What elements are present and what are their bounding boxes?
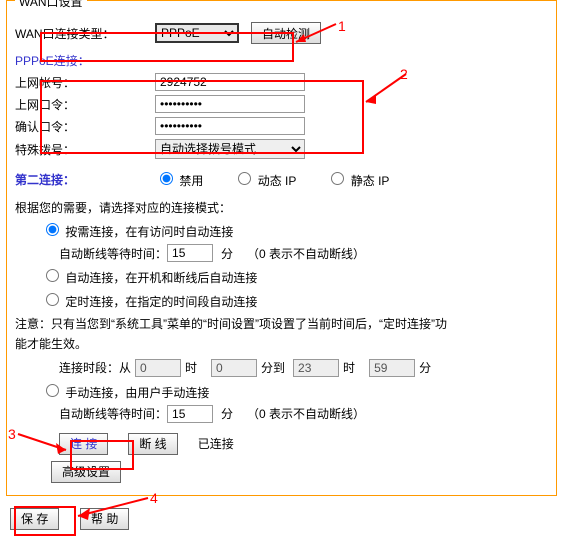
radio-manual-wrap[interactable]: 手动连接，由用户手动连接: [41, 381, 209, 401]
label-idle2: 自动断线等待时间：: [59, 405, 167, 422]
annotation-2: 2: [400, 66, 408, 82]
radio-ondemand-wrap[interactable]: 按需连接，在有访问时自动连接: [41, 220, 233, 240]
unit-h2: 时: [343, 359, 355, 376]
input-m2: [369, 359, 415, 377]
unit-h1: 时: [185, 359, 197, 376]
radio-timed-wrap[interactable]: 定时连接，在指定的时间段自动连接: [41, 290, 257, 310]
input-confirm[interactable]: [155, 117, 305, 135]
connect-button[interactable]: 连 接: [59, 433, 108, 455]
radio-manual[interactable]: [46, 384, 59, 397]
radio-auto-label: 自动连接，在开机和断线后自动连接: [65, 271, 257, 285]
input-h2: [293, 359, 339, 377]
advanced-button[interactable]: 高级设置: [51, 461, 121, 483]
radio-timed-label: 定时连接，在指定的时间段自动连接: [65, 295, 257, 309]
unit-min1: 分: [221, 245, 233, 262]
unit-m2: 分: [419, 359, 431, 376]
label-confirm: 确认口令：: [15, 118, 155, 135]
input-idle2[interactable]: [167, 405, 213, 423]
annotation-3: 3: [8, 426, 16, 442]
label-password: 上网口令：: [15, 96, 155, 113]
detect-button[interactable]: 自动检测: [251, 22, 321, 44]
radio-disabled-wrap[interactable]: 禁用: [155, 169, 203, 189]
label-range-from: 连接时段：从: [59, 359, 131, 376]
unit-min2: 分: [221, 405, 233, 422]
radio-ondemand-label: 按需连接，在有访问时自动连接: [65, 225, 233, 239]
radio-ondemand[interactable]: [46, 223, 59, 236]
radio-staticip-wrap[interactable]: 静态 IP: [326, 169, 389, 189]
input-password[interactable]: [155, 95, 305, 113]
radio-auto-wrap[interactable]: 自动连接，在开机和断线后自动连接: [41, 266, 257, 286]
label-idle1: 自动断线等待时间：: [59, 245, 167, 262]
disconnect-button[interactable]: 断 线: [128, 433, 177, 455]
status-text: 已连接: [198, 435, 234, 452]
radio-timed[interactable]: [46, 293, 59, 306]
radio-staticip-label: 静态 IP: [351, 174, 390, 188]
mode-hint: 根据您的需要，请选择对应的连接模式：: [15, 199, 231, 216]
help-button[interactable]: 帮 助: [80, 508, 129, 530]
radio-dynip[interactable]: [238, 172, 251, 185]
note-idle2: （0 表示不自动断线）: [247, 405, 365, 422]
radio-auto[interactable]: [46, 269, 59, 282]
annotation-1: 1: [338, 18, 346, 34]
label-special: 特殊拨号：: [15, 141, 155, 158]
radio-dynip-label: 动态 IP: [258, 174, 297, 188]
input-h1: [135, 359, 181, 377]
select-special[interactable]: 自动选择拨号模式: [155, 139, 305, 159]
note-timed: 注意：只有当您到“系统工具”菜单的“时间设置”项设置了当前时间后，“定时连接”功…: [15, 314, 455, 355]
label-second-conn: 第二连接：: [15, 171, 155, 188]
label-account: 上网帐号：: [15, 74, 155, 91]
select-conn-type[interactable]: PPPoE: [155, 23, 239, 43]
input-idle1[interactable]: [167, 244, 213, 262]
input-m1: [211, 359, 257, 377]
radio-disabled[interactable]: [160, 172, 173, 185]
input-account[interactable]: [155, 73, 305, 91]
unit-m1: 分到: [261, 359, 285, 376]
label-conn-type: WAN口连接类型：: [15, 25, 155, 42]
save-button[interactable]: 保 存: [10, 508, 59, 530]
note-idle1: （0 表示不自动断线）: [247, 245, 365, 262]
radio-dynip-wrap[interactable]: 动态 IP: [233, 169, 296, 189]
radio-disabled-label: 禁用: [179, 174, 203, 188]
radio-staticip[interactable]: [331, 172, 344, 185]
section-pppoe: PPPoE连接：: [15, 52, 548, 69]
fieldset-title: WAN口设置: [15, 0, 87, 9]
radio-manual-label: 手动连接，由用户手动连接: [65, 386, 209, 400]
annotation-4: 4: [150, 490, 158, 506]
